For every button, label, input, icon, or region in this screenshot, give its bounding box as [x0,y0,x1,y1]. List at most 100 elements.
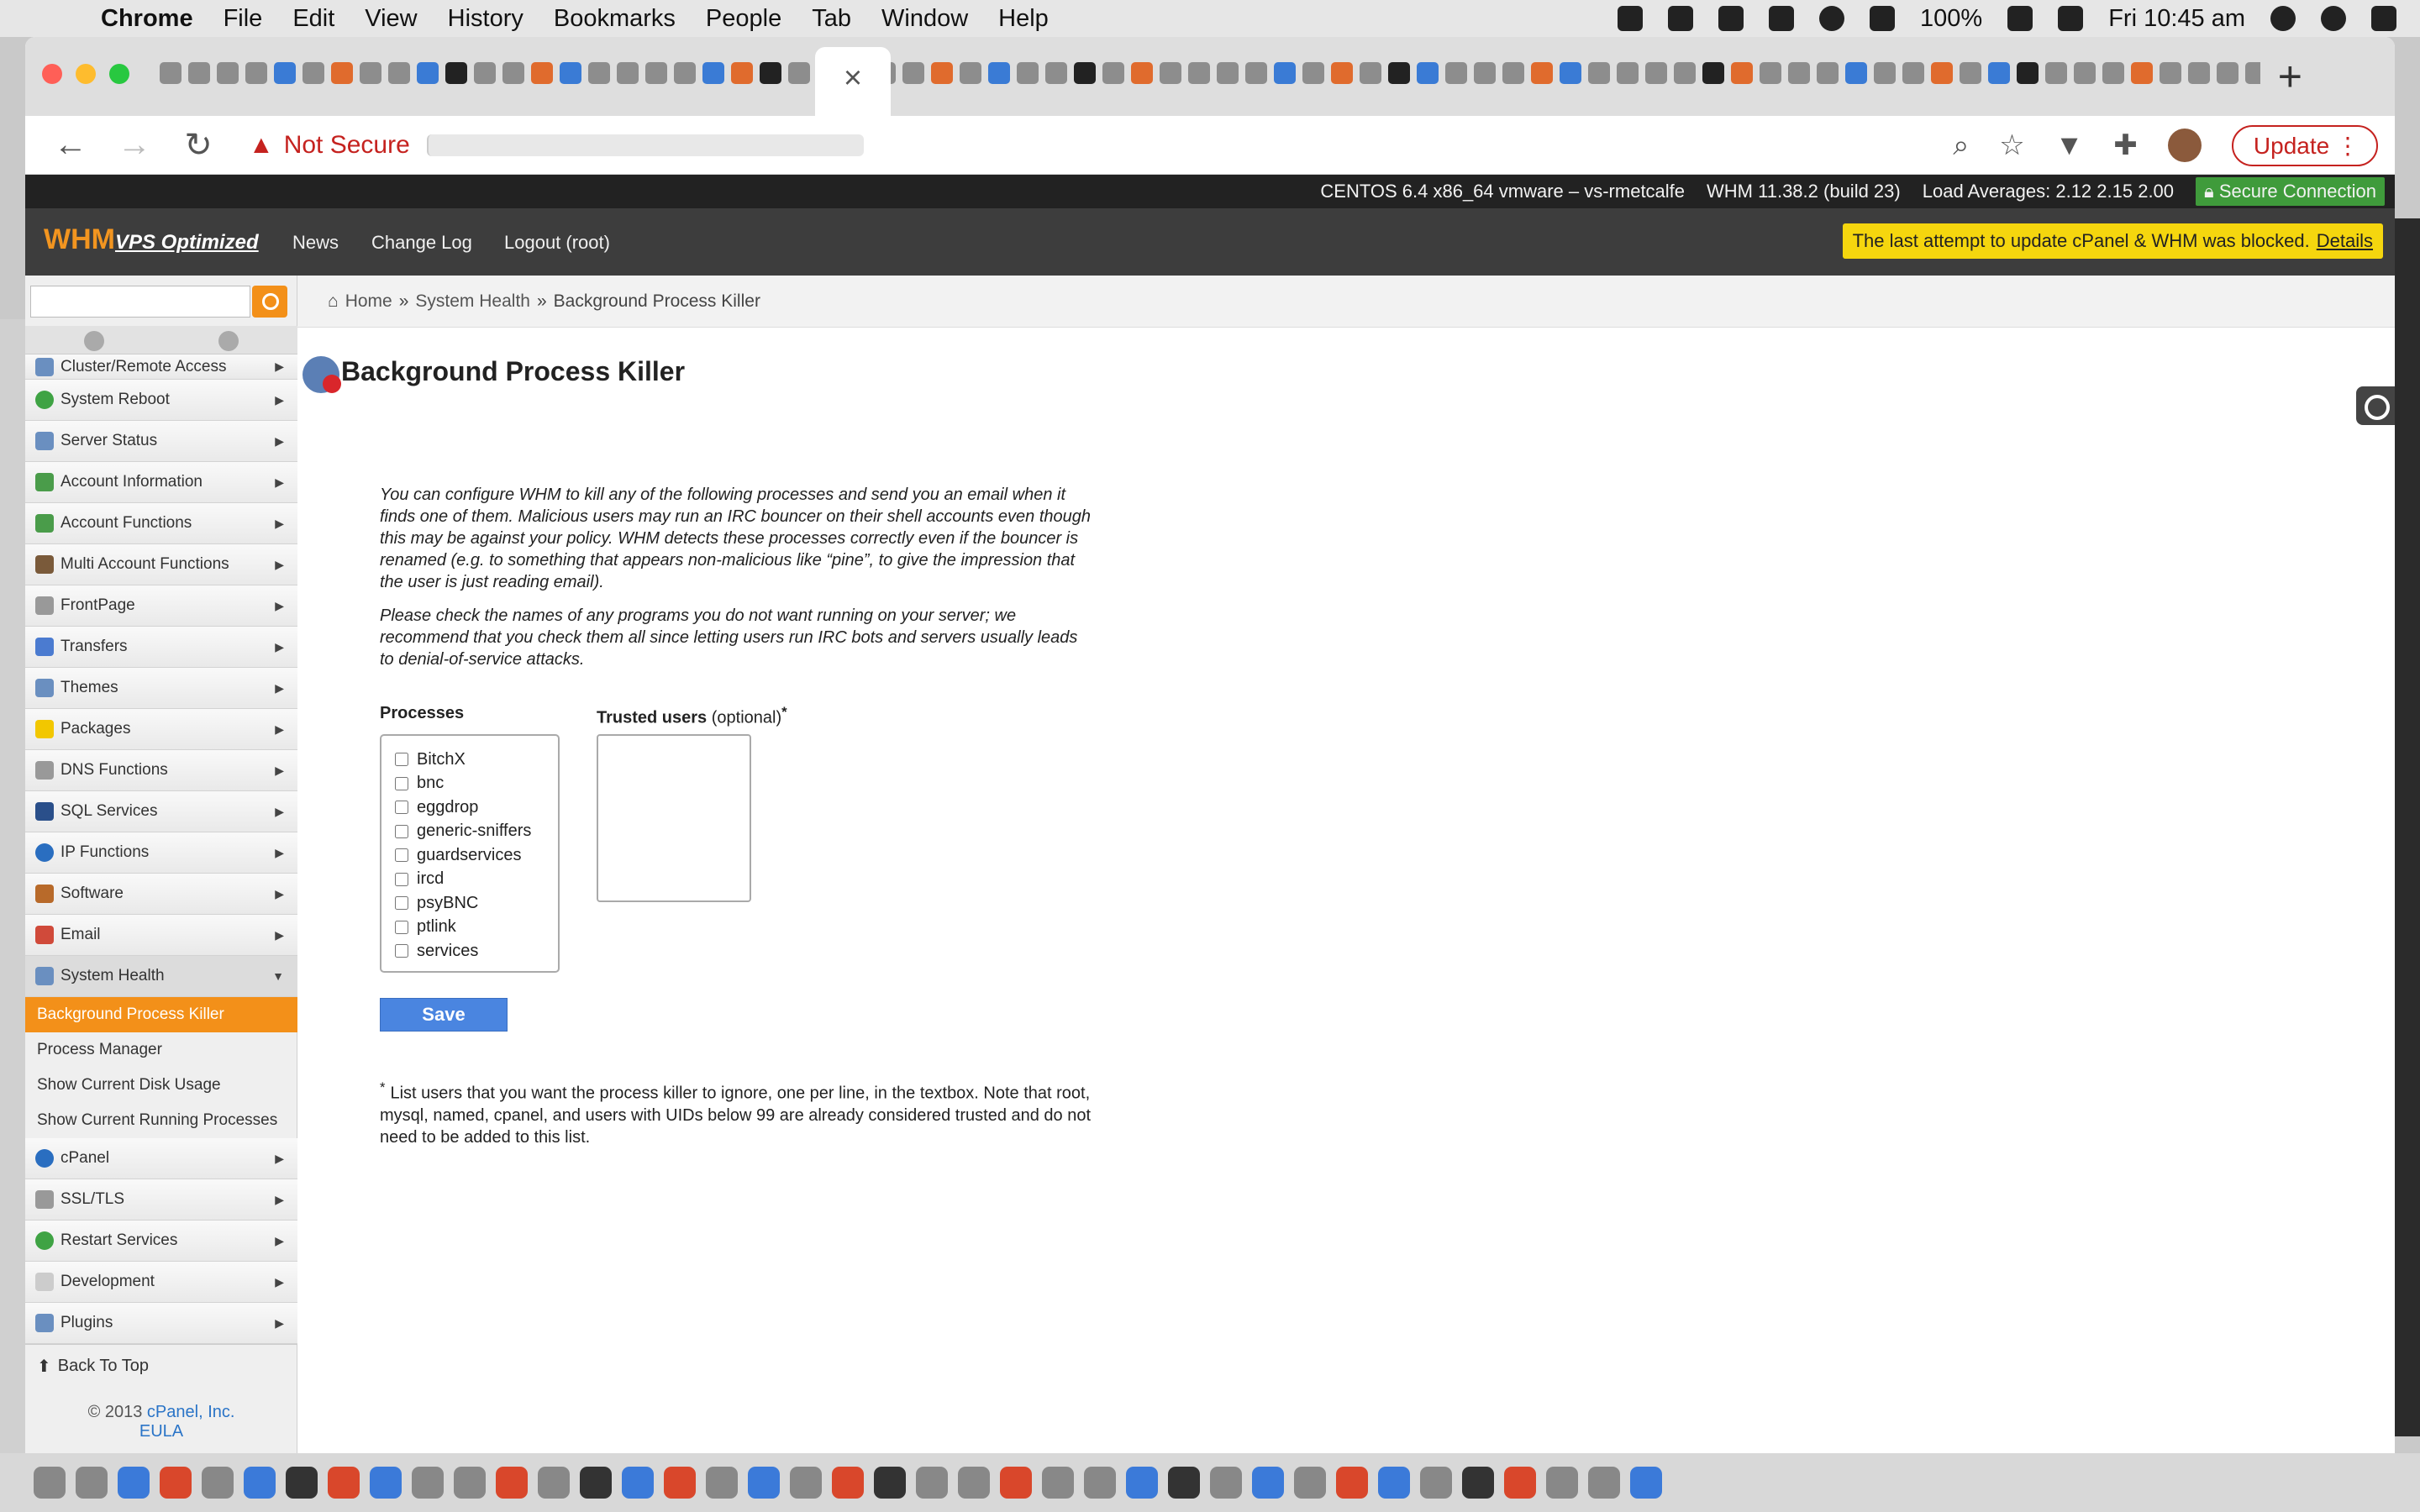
menu-file[interactable]: File [224,5,263,33]
maximize-window-button[interactable] [109,64,129,84]
menu-help[interactable]: Help [998,5,1049,33]
checkbox-eggdrop[interactable] [395,801,408,815]
music-icon[interactable] [706,1467,738,1499]
menu-window[interactable]: Window [881,5,968,33]
new-tab-button[interactable]: + [2278,52,2302,101]
sidebar-search-input[interactable] [30,286,250,318]
filezilla-icon[interactable] [1378,1467,1410,1499]
pinned-tabs-strip[interactable] [160,62,2260,91]
contacts-icon[interactable] [244,1467,276,1499]
sidebar-item-ssl-tls[interactable]: SSL/TLS ▶ [25,1179,297,1221]
process-option-ircd[interactable]: ircd [395,868,558,892]
sidebar-item-server-status[interactable]: Server Status ▶ [25,421,297,462]
notification-center-icon[interactable] [2371,6,2396,31]
menu-people[interactable]: People [706,5,781,33]
firefox-icon[interactable] [874,1467,906,1499]
menu-history[interactable]: History [448,5,523,33]
menu-app-name[interactable]: Chrome [101,5,193,33]
notes-icon[interactable] [328,1467,360,1499]
checkbox-psybnc[interactable] [395,896,408,911]
sidebar-subitem-process-manager[interactable]: Process Manager [25,1032,297,1068]
sidebar-item-ip-functions[interactable]: IP Functions ▶ [25,832,297,874]
menu-tab[interactable]: Tab [812,5,851,33]
process-option-guardservices[interactable]: guardservices [395,843,558,868]
spotlight-search-icon[interactable] [2270,6,2296,31]
scroll-up-icon[interactable] [84,331,104,351]
sidebar-item-restart-services[interactable]: Restart Services ▶ [25,1221,297,1262]
cpanel-link[interactable]: cPanel, Inc. [147,1403,235,1421]
opera-icon[interactable] [958,1467,990,1499]
nav-change-log[interactable]: Change Log [371,232,472,254]
sidebar-subitem-running-processes[interactable]: Show Current Running Processes [25,1103,297,1138]
alert-details-link[interactable]: Details [2317,230,2373,252]
siri-icon[interactable] [2321,6,2346,31]
sidebar-search-button[interactable] [252,286,287,318]
breadcrumb-home[interactable]: Home [345,291,392,312]
app-store-icon[interactable] [748,1467,780,1499]
tab-close-icon[interactable]: × [844,60,862,96]
back-button[interactable]: ← [52,126,89,164]
sketch-icon[interactable] [1126,1467,1158,1499]
calendar-icon[interactable] [2058,6,2084,31]
activity-icon[interactable] [1252,1467,1284,1499]
trash-icon[interactable] [1630,1467,1662,1499]
close-window-button[interactable] [42,64,62,84]
scroll-down-icon[interactable] [218,331,239,351]
back-to-top-link[interactable]: ⬆︎ Back To Top [25,1344,297,1388]
siri-dock-icon[interactable] [76,1467,108,1499]
process-option-services[interactable]: services [395,939,558,963]
process-option-eggdrop[interactable]: eggdrop [395,795,558,820]
photoshop-icon[interactable] [1084,1467,1116,1499]
nav-news[interactable]: News [292,232,339,254]
sidebar-item-cpanel[interactable]: cPanel ▶ [25,1138,297,1179]
menubar-clock[interactable]: Fri 10:45 am [2108,5,2245,33]
downloads-folder-icon[interactable] [1546,1467,1578,1499]
xd-icon[interactable] [1336,1467,1368,1499]
textedit-icon[interactable] [1462,1467,1494,1499]
process-option-bnc[interactable]: bnc [395,772,558,796]
breadcrumb-system-health[interactable]: System Health [415,291,530,312]
minimize-window-button[interactable] [76,64,96,84]
active-tab[interactable]: × [815,47,891,116]
bookmark-star-icon[interactable]: ☆ [1999,129,2024,162]
reload-button[interactable]: ↻ [180,126,217,165]
vlc-icon[interactable] [1420,1467,1452,1499]
gear-status-icon[interactable] [1668,6,1694,31]
cyberduck-icon[interactable] [1000,1467,1032,1499]
sidebar-subitem-disk-usage[interactable]: Show Current Disk Usage [25,1068,297,1103]
sidebar-item-account-information[interactable]: Account Information ▶ [25,462,297,503]
volume-icon[interactable] [1870,6,1896,31]
process-option-generic-sniffers[interactable]: generic-sniffers [395,820,558,844]
sidebar-item-software[interactable]: Software ▶ [25,874,297,915]
whm-logo[interactable]: WHMVPS Optimized [44,223,259,256]
sidebar-item-dns-functions[interactable]: DNS Functions ▶ [25,750,297,791]
calendar-dock-icon[interactable] [286,1467,318,1499]
checkbox-ptlink[interactable] [395,920,408,934]
sidebar-subitem-background-process-killer[interactable]: Background Process Killer [25,997,297,1032]
finder-icon[interactable] [34,1467,66,1499]
sidebar-item-development[interactable]: Development ▶ [25,1262,297,1303]
reminders-icon[interactable] [370,1467,402,1499]
menu-edit[interactable]: Edit [292,5,334,33]
save-button[interactable]: Save [380,998,508,1032]
battery-icon[interactable] [2007,6,2033,31]
update-button[interactable]: Update ⋮ [2231,124,2378,166]
checkbox-guardservices[interactable] [395,848,408,863]
checkbox-services[interactable] [395,944,408,958]
airplay-icon[interactable] [1718,6,1744,31]
acrobat-icon[interactable] [1504,1467,1536,1499]
sidebar-item-account-functions[interactable]: Account Functions ▶ [25,503,297,544]
sidebar-item-packages[interactable]: Packages ▶ [25,709,297,750]
menu-view[interactable]: View [365,5,417,33]
system-preferences-icon[interactable] [790,1467,822,1499]
photo-booth-icon[interactable] [1294,1467,1326,1499]
forward-button[interactable]: → [116,126,153,164]
maps-icon[interactable] [412,1467,444,1499]
keynote-icon[interactable] [622,1467,654,1499]
profile-avatar[interactable] [2167,129,2202,162]
zoom-icon[interactable]: ⌕ [1953,129,1969,162]
checkbox-bnc[interactable] [395,776,408,790]
sidebar-item-email[interactable]: Email ▶ [25,915,297,956]
eula-link[interactable]: EULA [139,1422,183,1441]
safari-icon[interactable] [160,1467,192,1499]
